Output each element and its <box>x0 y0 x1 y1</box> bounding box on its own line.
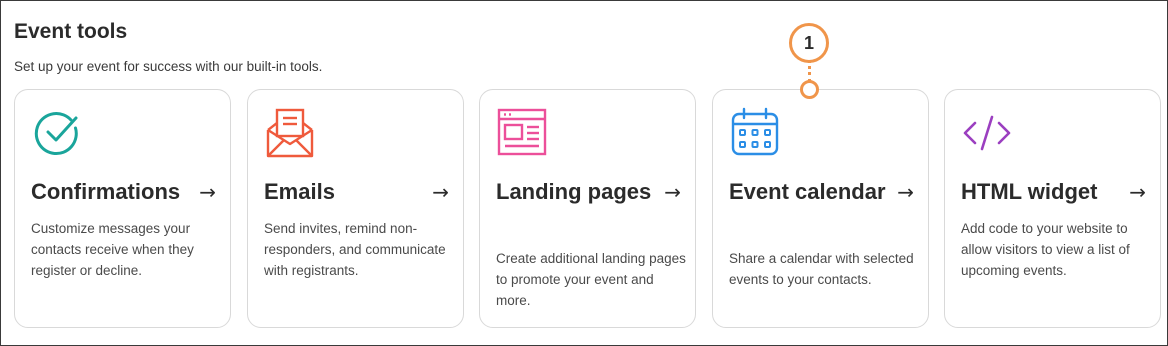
callout-number-badge: 1 <box>789 23 829 63</box>
card-title: Landing pages <box>496 179 652 204</box>
landing-page-icon <box>496 106 548 158</box>
card-title: HTML widget <box>961 179 1098 204</box>
card-description: Customize messages your contacts receive… <box>31 221 194 278</box>
arrow-right-icon[interactable]: → <box>664 180 681 204</box>
arrow-right-icon[interactable]: → <box>432 180 449 204</box>
confirmations-card[interactable]: Confirmations → Customize messages your … <box>14 89 231 328</box>
event-tools-panel: Event tools Set up your event for succes… <box>0 0 1168 346</box>
section-title: Event tools <box>14 20 128 43</box>
arrow-right-icon[interactable]: → <box>897 180 914 204</box>
envelope-icon <box>264 106 316 158</box>
calendar-icon <box>729 106 781 158</box>
html-widget-card[interactable]: HTML widget → Add code to your website t… <box>944 89 1161 328</box>
card-title: Confirmations <box>31 179 181 204</box>
arrow-right-icon[interactable]: → <box>199 180 216 204</box>
event-calendar-card[interactable]: Event calendar → Share a calendar with s… <box>712 89 929 328</box>
callout-target-dot <box>800 80 819 99</box>
check-circle-icon <box>31 106 83 158</box>
card-title: Event calendar <box>729 179 886 204</box>
card-description: Send invites, remind non-responders, and… <box>264 221 446 278</box>
emails-card[interactable]: Emails → Send invites, remind non-respon… <box>247 89 464 328</box>
card-description: Add code to your website to allow visito… <box>961 221 1130 278</box>
card-description: Create additional landing pages to promo… <box>496 251 686 308</box>
code-icon <box>961 106 1013 158</box>
card-title: Emails <box>264 179 335 204</box>
section-subtitle: Set up your event for success with our b… <box>14 59 323 74</box>
card-description: Share a calendar with selected events to… <box>729 251 914 287</box>
landing-pages-card[interactable]: Landing pages → Create additional landin… <box>479 89 696 328</box>
arrow-right-icon[interactable]: → <box>1129 180 1146 204</box>
